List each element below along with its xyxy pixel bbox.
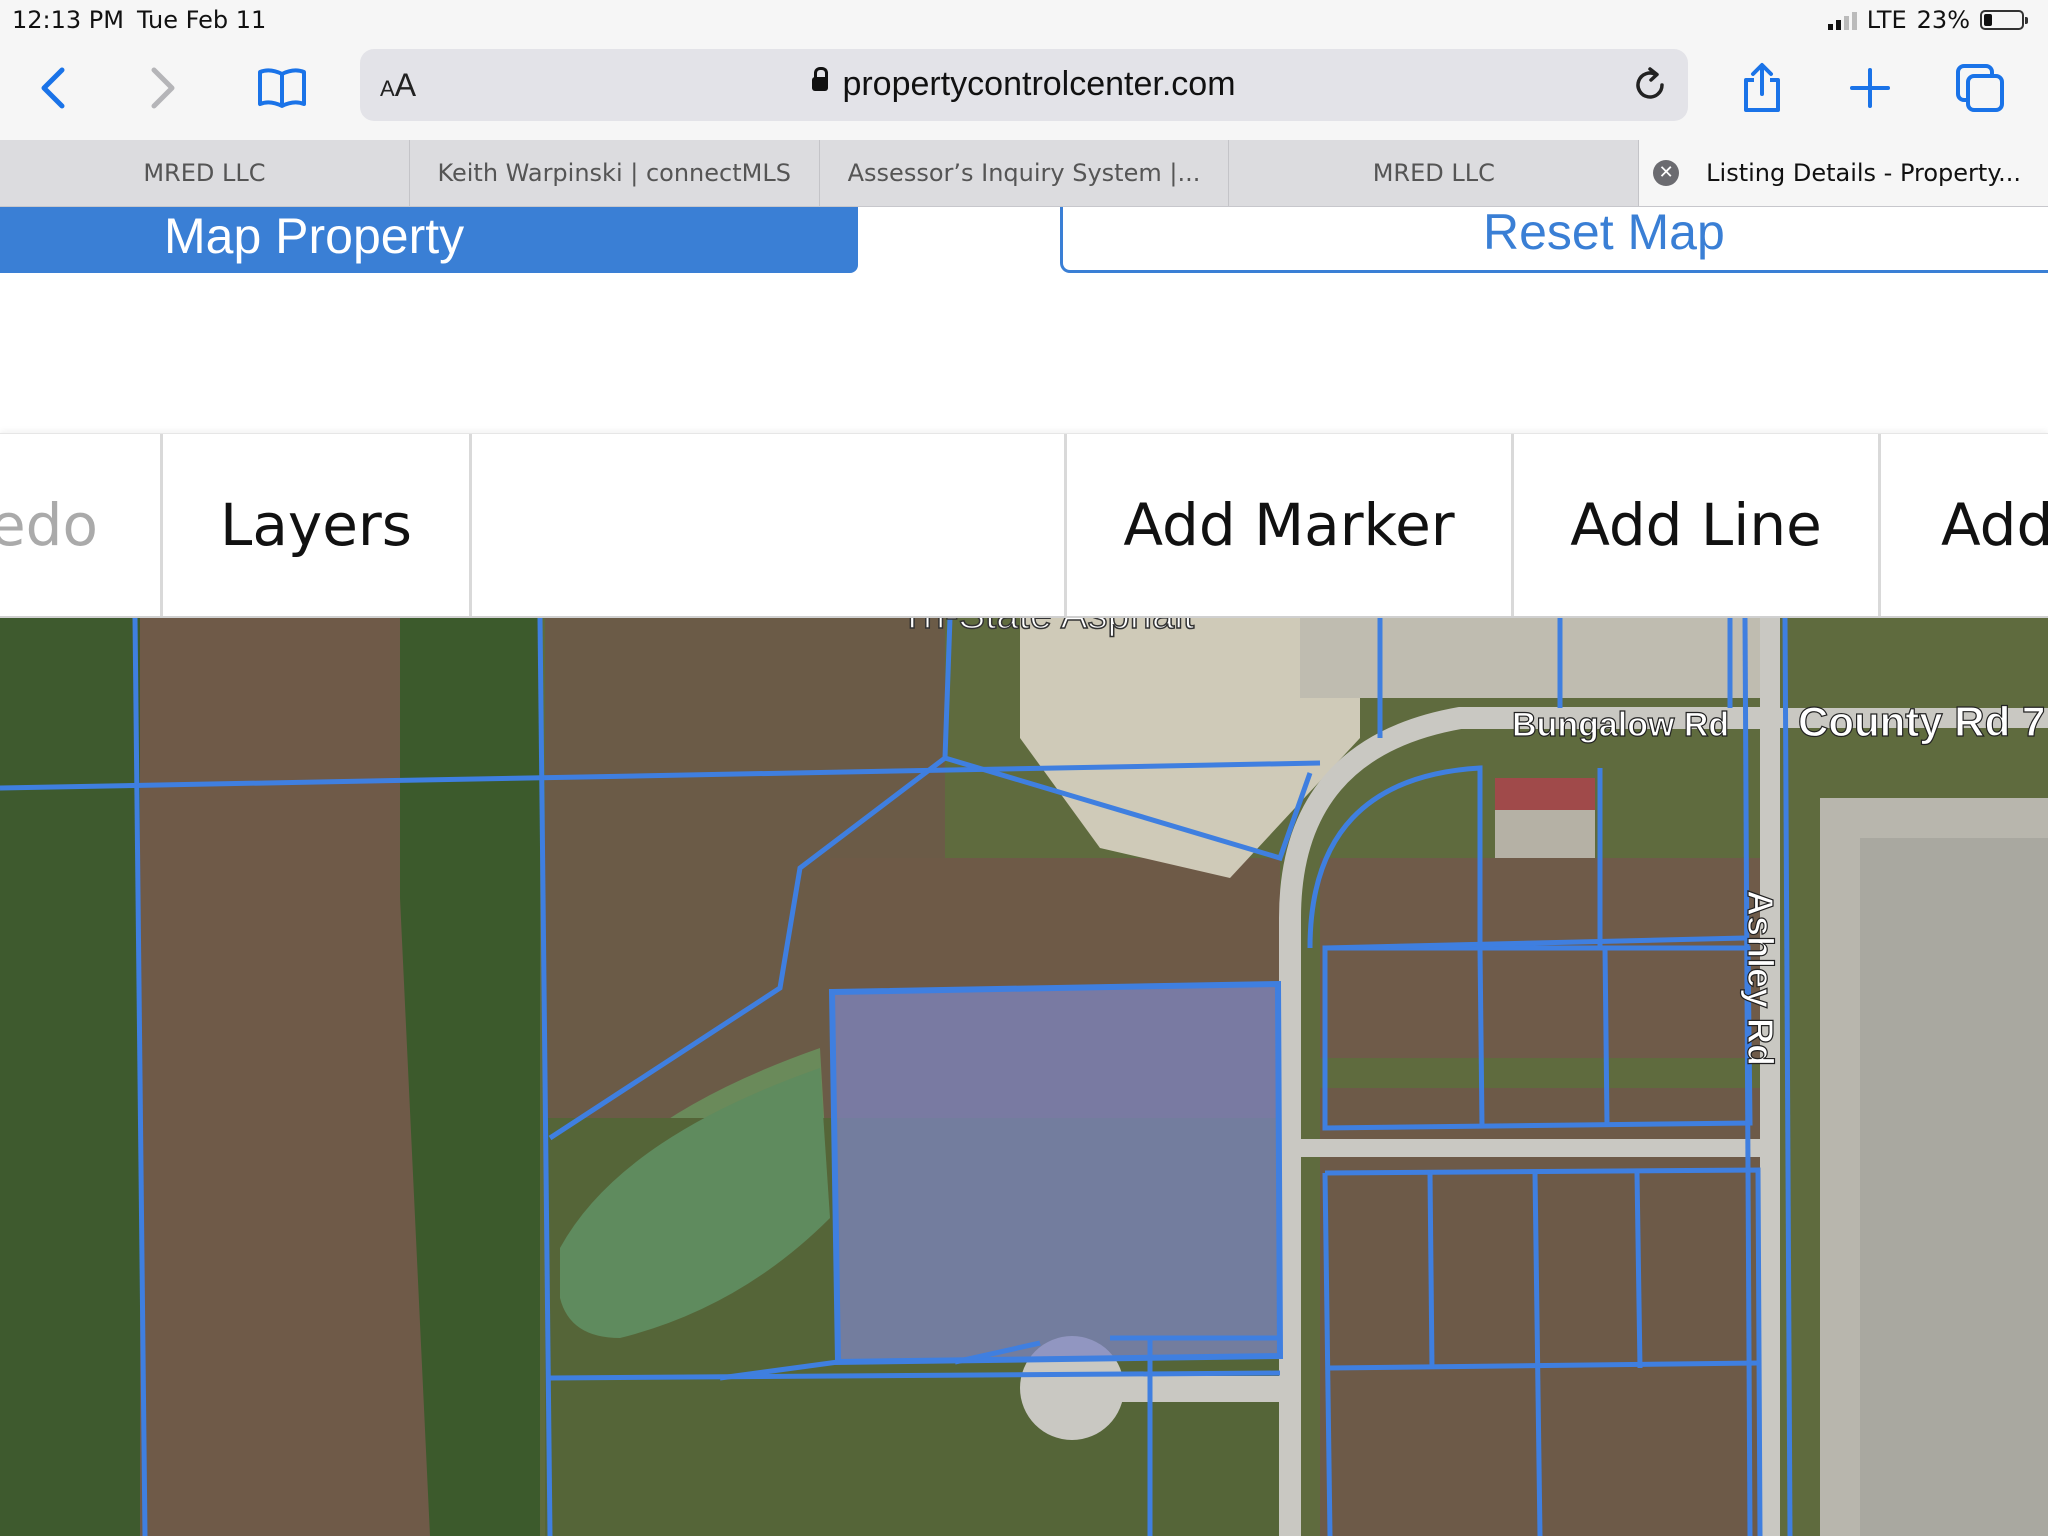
status-bar: 12:13 PM Tue Feb 11 LTE 23%	[0, 0, 2048, 40]
battery-icon	[1980, 10, 2028, 30]
add-line-button[interactable]: Add Line	[1514, 434, 1881, 616]
close-tab-icon[interactable]: ✕	[1653, 160, 1680, 186]
reload-icon[interactable]	[1630, 65, 1670, 110]
label-ashley-rd: Ashley Rd	[1740, 890, 1781, 1066]
tab-assessor[interactable]: Assessor’s Inquiry System |...	[820, 140, 1230, 206]
url-display[interactable]: propertycontrolcenter.com	[360, 65, 1688, 104]
red-roof	[1495, 778, 1595, 810]
label-bungalow-rd: Bungalow Rd	[1512, 706, 1729, 744]
warehouse-east	[1860, 838, 2048, 1536]
tree-line-west	[0, 618, 140, 1536]
tab-mred-1[interactable]: MRED LLC	[0, 140, 410, 206]
layers-button[interactable]: Layers	[163, 434, 472, 616]
lots-east-north	[1320, 858, 1760, 1058]
web-page: Map Property Reset Map edo Layers Add Ma…	[0, 207, 2048, 1536]
selected-parcel[interactable]	[828, 980, 1284, 1366]
label-county-rd: County Rd 7	[1798, 698, 2045, 745]
label-tri-state-asphalt: Tri-State Asphalt	[900, 618, 1194, 637]
tab-mred-2[interactable]: MRED LLC	[1229, 140, 1640, 206]
legend-button[interactable]: edo	[0, 434, 163, 616]
share-icon[interactable]	[1732, 58, 1792, 118]
add-shape-button[interactable]: Add	[1881, 434, 2048, 616]
status-date: Tue Feb 11	[137, 6, 267, 34]
map-canvas[interactable]: Tri-State Asphalt Bungalow Rd County Rd …	[0, 618, 2048, 1536]
tabs-icon[interactable]	[1950, 58, 2010, 118]
address-bar[interactable]: AA propertycontrolcenter.com	[360, 49, 1688, 121]
map-toolbar-spacer	[472, 434, 1067, 616]
tab-connectmls[interactable]: Keith Warpinski | connectMLS	[410, 140, 820, 206]
signal-icon	[1827, 10, 1857, 30]
lock-icon	[812, 67, 829, 92]
industrial-lot	[1300, 618, 1760, 698]
browser-toolbar: AA propertycontrolcenter.com	[0, 40, 2048, 140]
map-property-button[interactable]: Map Property	[0, 207, 858, 273]
add-marker-button[interactable]: Add Marker	[1067, 434, 1514, 616]
status-right: LTE 23%	[1827, 6, 2028, 34]
satellite-map[interactable]: Tri-State Asphalt Bungalow Rd County Rd …	[0, 618, 2048, 1536]
new-tab-icon[interactable]	[1840, 58, 1900, 118]
back-icon[interactable]	[24, 58, 84, 118]
forward-icon[interactable]	[132, 58, 192, 118]
battery-percent: 23%	[1916, 6, 1970, 34]
status-time: 12:13 PM	[12, 6, 124, 34]
tab-bar: MRED LLC Keith Warpinski | connectMLS As…	[0, 140, 2048, 207]
reset-map-button[interactable]: Reset Map	[1060, 207, 2048, 273]
network-label: LTE	[1866, 6, 1907, 34]
map-toolbar: edo Layers Add Marker Add Line Add	[0, 433, 2048, 619]
tab-listing-details[interactable]: ✕ Listing Details - Property...	[1639, 140, 2048, 206]
bookmarks-icon[interactable]	[252, 58, 312, 118]
url-text: propertycontrolcenter.com	[842, 65, 1236, 103]
cul-de-sac-road	[1100, 1376, 1290, 1402]
